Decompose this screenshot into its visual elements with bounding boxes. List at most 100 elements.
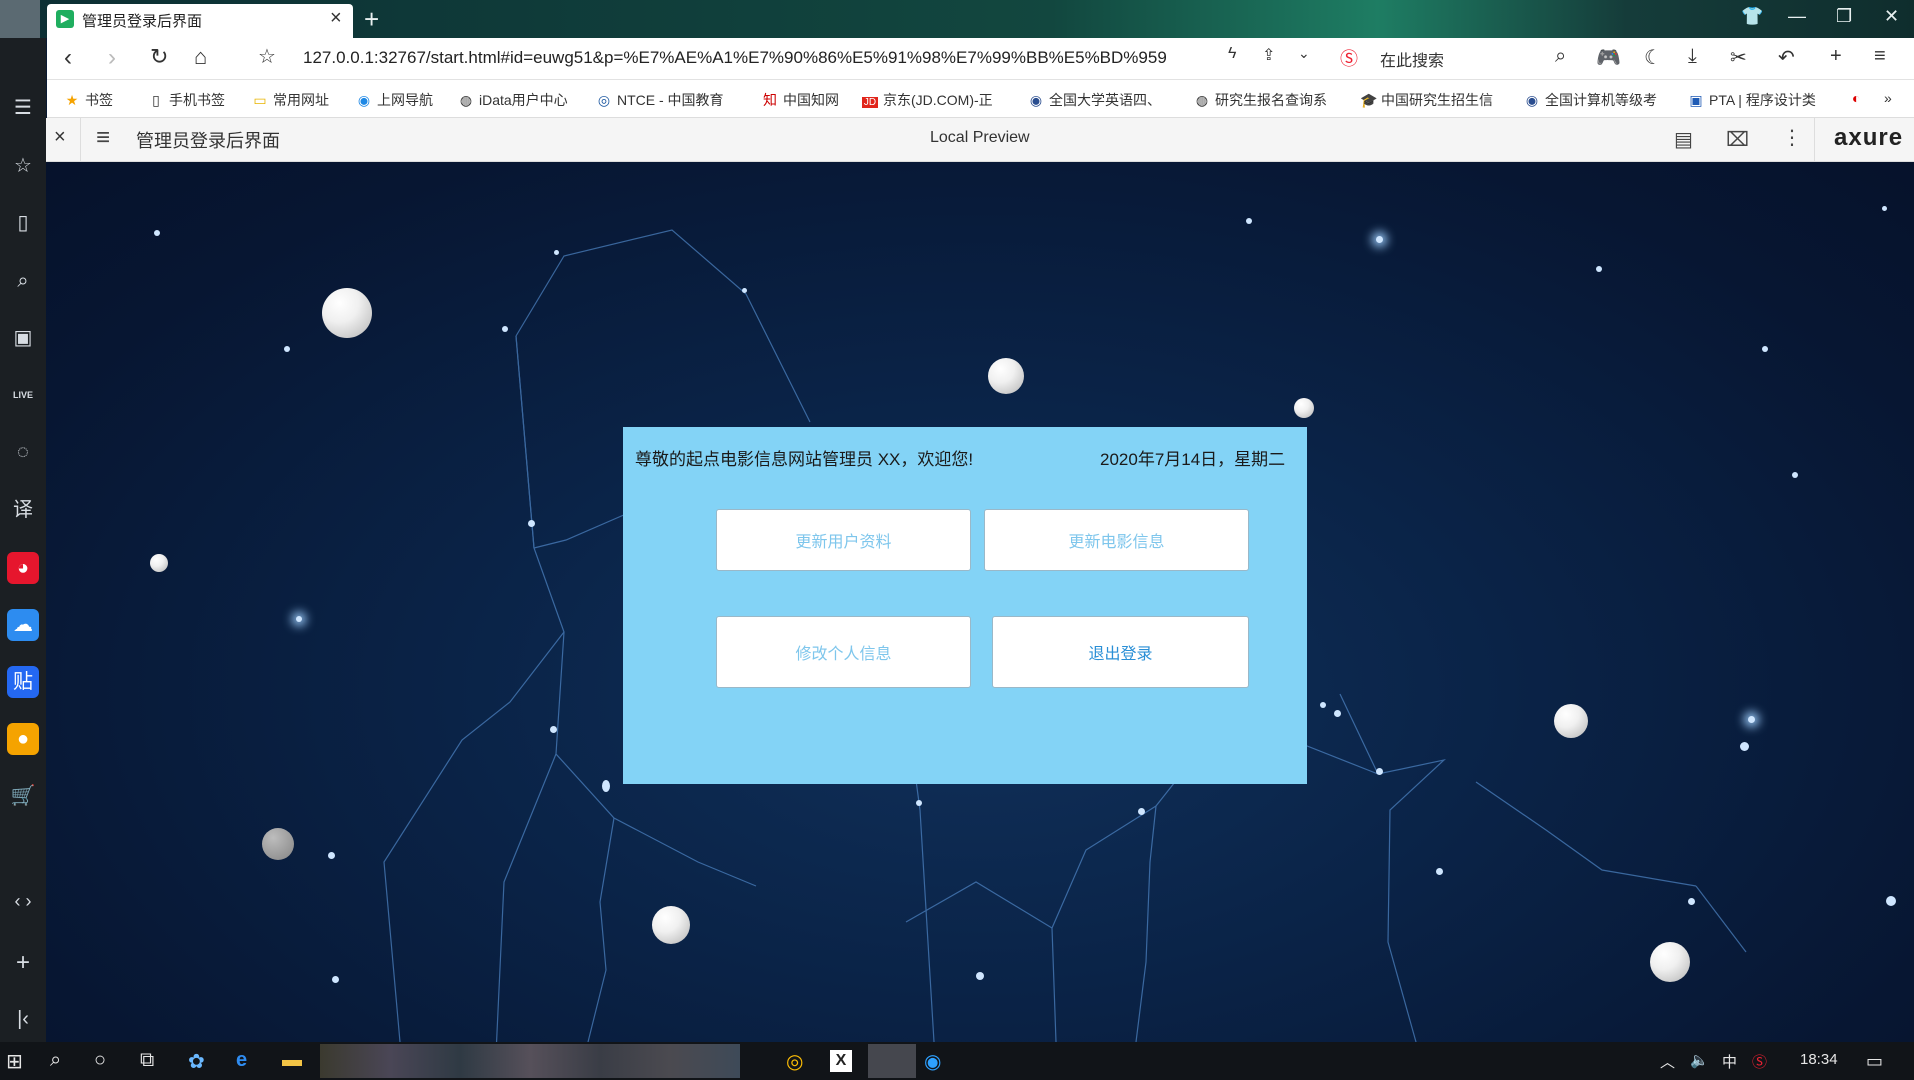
ntce-icon: ◎	[597, 92, 611, 108]
minimize-icon[interactable]: —	[1788, 6, 1806, 27]
weibo-icon[interactable]: ◕	[7, 552, 39, 584]
star	[1740, 742, 1749, 751]
tab-close-icon[interactable]: ×	[330, 7, 342, 30]
notes-icon[interactable]: ▤	[1674, 127, 1693, 152]
pages-menu-icon[interactable]: ≡	[96, 124, 110, 152]
task-view-icon[interactable]: ⧉	[140, 1049, 154, 1072]
menu-icon[interactable]: ≡	[1874, 45, 1886, 68]
edge-icon[interactable]: e	[236, 1049, 247, 1072]
volume-icon[interactable]: 🔈	[1690, 1051, 1709, 1069]
close-icon[interactable]: ×	[54, 126, 66, 149]
night-mode-icon[interactable]: ☾	[1644, 45, 1662, 70]
rail-add-icon[interactable]: +	[7, 947, 39, 979]
edit-profile-button[interactable]: 修改个人信息	[716, 616, 971, 688]
star	[502, 326, 508, 332]
star	[1138, 808, 1145, 815]
close-window-icon[interactable]: ✕	[1884, 6, 1899, 27]
sogou-ime-icon[interactable]: Ⓢ	[1752, 1051, 1767, 1072]
home-icon[interactable]: ⌂	[194, 44, 207, 70]
collapse-sidebar-icon[interactable]: |‹	[7, 1003, 39, 1035]
bookmark-item[interactable]: ▯ 手机书签	[148, 90, 225, 110]
bookmark-item[interactable]: ◎ NTCE - 中国教育	[596, 90, 742, 110]
update-movies-button[interactable]: 更新电影信息	[984, 509, 1249, 571]
cart-icon[interactable]: 🛒	[7, 780, 39, 812]
bookmark-item[interactable]: ◉ 上网导航	[356, 90, 433, 110]
tieba-icon[interactable]: 贴	[7, 666, 39, 698]
scissors-icon[interactable]: ✂	[1730, 45, 1747, 70]
star	[916, 800, 922, 806]
bookmark-item[interactable]: ▭ 常用网址	[252, 90, 329, 110]
share-icon[interactable]: ⇪	[1262, 45, 1275, 65]
browser-app-icon[interactable]: ◉	[924, 1049, 941, 1074]
shirt-skin-icon[interactable]: 👕	[1741, 6, 1763, 27]
pta-icon: ▣	[1689, 92, 1703, 108]
gamepad-icon[interactable]: 🎮	[1596, 45, 1621, 70]
bookmark-item[interactable]: 知中国知网	[762, 90, 839, 110]
action-center-icon[interactable]: ▭	[1866, 1051, 1883, 1072]
new-tab-icon[interactable]: +	[364, 4, 379, 35]
update-users-button[interactable]: 更新用户资料	[716, 509, 971, 571]
bookmark-item[interactable]: ◉ 全国计算机等级考	[1524, 90, 1670, 110]
star	[328, 852, 335, 859]
search-icon[interactable]: ⌕	[7, 265, 39, 297]
bookmark-item[interactable]: JD 京东(JD.COM)-正	[862, 90, 1012, 110]
bookmarks-overflow-icon[interactable]: »	[1884, 90, 1892, 106]
cortana-icon[interactable]: ○	[94, 1049, 106, 1072]
date-text: 2020年7月14日，星期二	[1100, 450, 1286, 469]
chrome-icon[interactable]: ◎	[786, 1049, 803, 1074]
rail-nav-arrows-icon[interactable]: ‹ ›	[7, 885, 39, 917]
bookmark-item[interactable]: ◉ 全国大学英语四、	[1028, 90, 1174, 110]
preview-label: Local Preview	[930, 129, 1030, 146]
live-icon[interactable]: LIVE	[7, 379, 39, 411]
sphere	[1650, 942, 1690, 982]
axure-app-icon[interactable]: X	[830, 1050, 852, 1072]
more-vertical-icon[interactable]: ⋮	[1782, 125, 1802, 150]
video-icon[interactable]: ▣	[7, 322, 39, 354]
back-icon[interactable]: ‹	[64, 44, 72, 72]
bookmark-extra-icon[interactable]: ◐	[1852, 90, 1860, 106]
bookmark-item[interactable]: ▣ PTA | 程序设计类	[1688, 90, 1834, 110]
notes-icon[interactable]: ☰	[7, 92, 39, 124]
forward-icon[interactable]: ›	[108, 44, 116, 72]
star	[1436, 868, 1443, 875]
search-icon[interactable]: ⌕	[50, 1049, 61, 1072]
undo-icon[interactable]: ↶	[1778, 45, 1795, 70]
magnifier-icon[interactable]: ⌕	[1555, 45, 1566, 68]
chat-icon[interactable]: ◌	[7, 436, 39, 468]
add-icon[interactable]: +	[1830, 45, 1842, 68]
phone-icon: ▯	[152, 92, 160, 108]
windows-start-icon[interactable]: ⊞	[6, 1049, 23, 1074]
sogou-search-icon[interactable]: Ⓢ	[1340, 45, 1358, 71]
favorites-star-icon[interactable]: ☆	[7, 150, 39, 182]
logout-button[interactable]: 退出登录	[992, 616, 1249, 688]
chevron-down-icon[interactable]: ⌄	[1298, 45, 1310, 62]
clock[interactable]: 18:34	[1800, 1051, 1838, 1068]
lightning-icon[interactable]: ϟ	[1228, 45, 1236, 63]
search-input[interactable]: 在此搜索	[1380, 47, 1444, 71]
download-icon[interactable]: ⤓	[1688, 45, 1697, 68]
url-bar[interactable]: 127.0.0.1:32767/start.html#id=euwg51&p=%…	[303, 48, 1208, 68]
restore-icon[interactable]: ❐	[1836, 6, 1852, 27]
bookmark-item[interactable]: ★ 书签	[64, 90, 113, 110]
tray-expand-icon[interactable]: ︿	[1660, 1051, 1675, 1072]
reload-icon[interactable]: ↻	[150, 44, 168, 70]
bookmark-item[interactable]: ◍ 研究生报名查询系	[1194, 90, 1340, 110]
file-explorer-icon[interactable]: ▬	[282, 1049, 302, 1072]
admin-panel	[623, 427, 1307, 784]
game-icon[interactable]: ●	[7, 723, 39, 755]
sphere	[1294, 398, 1314, 418]
inspect-icon[interactable]: ⌧	[1726, 127, 1749, 152]
bookmark-item[interactable]: ◍ iData用户中心	[458, 90, 568, 110]
weather-icon[interactable]: ☁	[7, 609, 39, 641]
translate-icon[interactable]: 译	[7, 494, 39, 526]
sphere	[1554, 704, 1588, 738]
bookmark-star-icon[interactable]: ☆	[258, 44, 276, 69]
sphere	[262, 828, 294, 860]
book-icon[interactable]: ▯	[7, 207, 39, 239]
bookmark-item[interactable]: 🎓 中国研究生招生信	[1360, 90, 1506, 110]
cloud-drive-icon[interactable]: ✿	[188, 1049, 205, 1074]
sphere	[322, 288, 372, 338]
ime-indicator[interactable]: 中	[1722, 1051, 1737, 1072]
axure-play-icon: ▶	[56, 10, 74, 28]
star	[602, 780, 610, 792]
